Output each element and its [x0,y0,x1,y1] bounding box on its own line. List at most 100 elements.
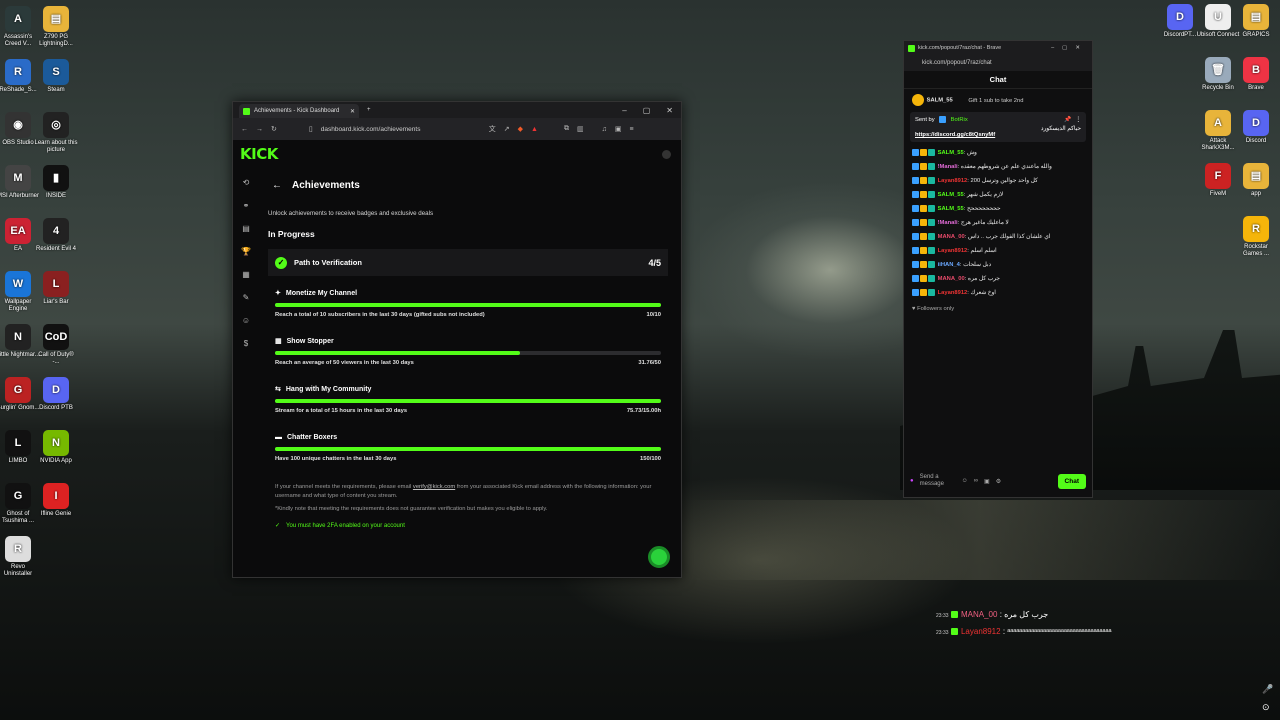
mic-icon[interactable]: 🎤 [1262,684,1273,695]
achievement-icon: ▦ [275,338,282,345]
desktop-icon[interactable]: B Brave [1234,57,1278,92]
desktop-icon-label: Revo Uninstaller [3,564,33,577]
brave-shields-icon[interactable]: ◆ [518,125,523,133]
sidebar-content-icon[interactable]: ▦ [242,270,250,279]
app-icon: U [1205,4,1231,30]
chat-username[interactable]: !Manali [938,220,958,226]
chat-username[interactable]: SALM_55 [938,206,964,212]
new-tab-icon[interactable]: + [367,107,371,113]
chat-input[interactable]: Send a message [920,474,956,488]
back-icon[interactable]: ← [241,126,248,133]
pinned-user[interactable]: BotRix [951,117,968,123]
user-badge-icon [912,232,919,240]
forward-icon[interactable]: → [256,126,263,133]
achievement-item: ⇆ Hang with My Community Stream for a tota… [268,379,668,427]
window-controls[interactable]: –▢✕ [1051,45,1088,51]
share-icon[interactable]: ↗ [504,125,510,133]
reload-icon[interactable]: ↻ [271,125,277,133]
desktop-icon[interactable]: CoD Call of Duty® -... [34,324,78,366]
user-badge-icon [920,162,927,170]
close-window-icon[interactable]: ✕ [666,106,673,115]
user-badge-icon [912,246,919,254]
desktop-icon[interactable]: ▤ GRAPICS [1234,4,1278,39]
desktop-icon[interactable]: 4 Resident Evil 4 [34,218,78,253]
chat-username[interactable]: iiHAN_4 [938,262,960,268]
chat-username[interactable]: !Manali [938,164,958,170]
verify-email-link[interactable]: verify@kick.com [413,484,455,490]
chat-message: Layan8912: اسلم اسلم [904,244,1092,258]
desktop-icon[interactable]: R Revo Uninstaller [0,536,40,578]
chat-text: اي علشان كذا الفولك جرب .. داس [967,234,1051,240]
twofa-status: ✓ You must have 2FA enabled on your acco… [268,522,668,530]
chat-username[interactable]: Layan8912 [938,290,968,296]
avatar[interactable] [662,149,671,159]
target-icon[interactable]: ⊙ [1262,702,1270,713]
desktop-icon[interactable]: L Liar's Bar [34,271,78,306]
card-header[interactable]: ✓ Path to Verification 4/5 [268,249,668,276]
translate-icon[interactable]: 文 [489,124,496,134]
maximize-icon[interactable]: ▢ [643,106,651,115]
settings-icon[interactable]: ⚙ [996,478,1001,485]
bookmark-icon[interactable]: ▯ [309,125,313,133]
desktop-icon[interactable]: ▤ app [1234,163,1278,198]
pin-icon[interactable]: 📌 [1064,117,1071,123]
wallet-icon[interactable]: ▣ [615,125,622,133]
user-badge-icon [912,288,919,296]
crown-icon [912,94,924,106]
chat-username[interactable]: SALM_55 [938,150,964,156]
emoji-icon[interactable]: ☺ [962,478,968,484]
store-icon[interactable]: ▣ [984,478,990,485]
minimize-icon[interactable]: – [622,106,626,115]
desktop-icon[interactable]: ▮ INSIDE [34,165,78,200]
achievement-desc: Reach a total of 10 subscribers in the l… [275,312,485,318]
app-icon: D [43,377,69,403]
more-icon[interactable]: ⋮ [1075,117,1081,123]
sidebar-analytics-icon[interactable]: ▤ [242,224,250,233]
sidebar-trophy-icon[interactable]: 🏆 [241,247,251,256]
desktop-icon[interactable]: ▤ Z790 PG LightningD... [34,6,78,48]
back-arrow-icon[interactable]: ← [272,180,282,191]
chat-message: SALM_55: لازم يكمل شهر [904,188,1092,202]
pinned-link[interactable]: https://discord.gg/c8tQsnyMf [915,132,1081,138]
emote-icon[interactable]: ● [910,478,914,484]
chat-message: SALM_55: وش [904,146,1092,160]
desktop-icon[interactable]: S Steam [34,59,78,94]
gift-user[interactable]: SALM_55 [927,98,953,104]
brave-rewards-icon[interactable]: ▲ [531,126,538,133]
desktop-icon[interactable]: D Discord PTB [34,377,78,412]
kick-header: KICK [233,140,681,168]
chat-username[interactable]: Layan8912 [938,248,968,254]
desktop-icon[interactable]: R Rockstar Games ... [1234,216,1278,258]
achievement-row: Reach a total of 10 subscribers in the l… [275,312,661,331]
tab-achievements[interactable]: Achievements - Kick Dashboard ✕ [239,104,359,118]
progress-bar [275,351,661,355]
chat-send-button[interactable]: Chat [1057,473,1086,489]
sidebar-link-icon[interactable]: ⚭ [243,201,250,210]
support-chat-button[interactable] [648,546,670,568]
chat-username[interactable]: SALM_55 [938,192,964,198]
sidebar-stream-icon[interactable]: ⟲ [243,178,250,187]
desktop-icon[interactable]: D Discord [1234,110,1278,145]
media-icon[interactable]: ♫ [602,126,607,133]
kick-logo[interactable]: KICK [240,145,278,163]
extensions-icon[interactable]: ⧉ [564,125,569,133]
sidebar-community-icon[interactable]: ☺ [242,316,250,325]
sidebar-tools-icon[interactable]: ✎ [243,293,250,302]
infinity-icon[interactable]: ∞ [974,478,978,484]
dashboard-sidebar: ⟲ ⚭ ▤ 🏆 ▦ ✎ ☺ $ [239,178,253,348]
tab-close-icon[interactable]: ✕ [350,108,355,115]
desktop-icon[interactable]: N NVIDIA App [34,430,78,465]
sidebar-toggle-icon[interactable]: ▥ [577,125,584,133]
chat-message: !Manali: والله ماعندي علم عن شروطهم معقد… [904,160,1092,174]
url-field[interactable]: dashboard.kick.com/achievements [321,126,481,133]
desktop-icon[interactable]: I Ifline Genie [34,483,78,518]
desktop-icon[interactable]: ◎ Learn about this picture [34,112,78,154]
chat-url[interactable]: kick.com/popout/7raz/chat [904,55,1092,71]
chat-text: كل واحد جوالين وترسل 200 [970,178,1038,184]
chat-username[interactable]: MANA_00 [938,234,965,240]
chat-username[interactable]: Layan8912 [938,178,968,184]
gift-leader: SALM_55 Gift 1 sub to take 2nd [904,89,1092,108]
sidebar-monetize-icon[interactable]: $ [244,339,248,348]
chat-username[interactable]: MANA_00 [938,276,965,282]
menu-icon[interactable]: ≡ [629,126,633,133]
